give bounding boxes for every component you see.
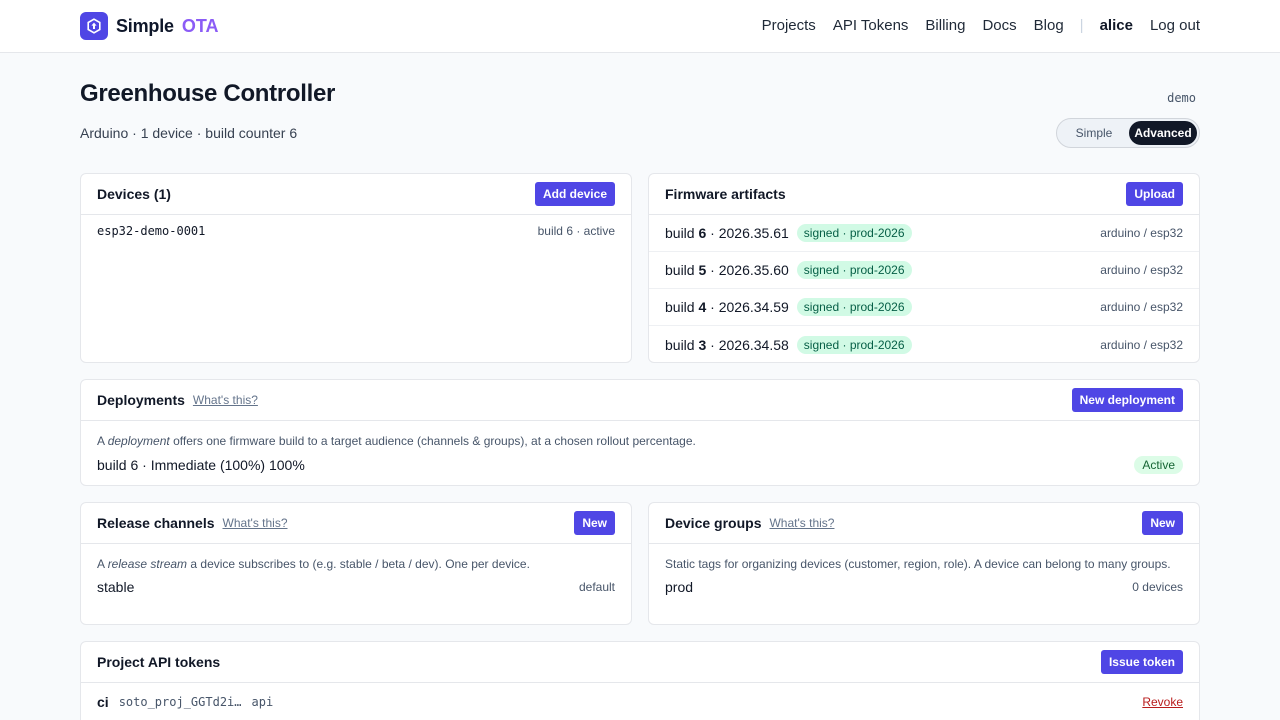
channel-row[interactable]: stable default (81, 574, 631, 600)
firmware-card: Firmware artifacts Upload build 6 · 2026… (648, 173, 1200, 363)
group-meta: 0 devices (1132, 580, 1183, 594)
firmware-title: Firmware artifacts (665, 186, 786, 202)
signed-badge: signed · prod-2026 (796, 261, 912, 279)
devices-card: Devices (1) Add device esp32-demo-0001 b… (80, 173, 632, 363)
issue-token-button[interactable]: Issue token (1100, 650, 1183, 674)
new-channel-button[interactable]: New (574, 511, 615, 535)
nav-separator: | (1079, 17, 1084, 34)
group-name: prod (665, 579, 694, 595)
deployments-card: Deployments What's this? New deployment … (80, 379, 1200, 486)
nav-blog[interactable]: Blog (1034, 17, 1064, 34)
deployments-help-link[interactable]: What's this? (193, 393, 258, 407)
release-channels-card: Release channels What's this? New A rele… (80, 502, 632, 625)
hexagon-arrow-icon (80, 12, 108, 40)
device-meta: build 6 · active (537, 224, 615, 238)
deployments-description: A deployment offers one firmware build t… (97, 434, 696, 448)
status-badge: Active (1134, 456, 1183, 474)
artifact-row[interactable]: build 5 · 2026.35.60 signed · prod-2026 … (649, 252, 1199, 289)
signed-badge: signed · prod-2026 (796, 335, 912, 354)
artifact-build-number: 4 (698, 299, 707, 315)
token-scope: api (251, 695, 274, 709)
new-deployment-button[interactable]: New deployment (1071, 388, 1183, 412)
main-nav: Projects API Tokens Billing Docs Blog | … (762, 17, 1200, 34)
new-group-button[interactable]: New (1142, 511, 1183, 535)
artifact-version: · 2026.34.58 (710, 336, 789, 353)
deployment-row[interactable]: build 6 · Immediate (100%) 100% Active (81, 451, 1199, 479)
artifact-prefix: build (665, 262, 695, 278)
groups-help-link[interactable]: What's this? (769, 516, 834, 530)
nav-logout[interactable]: Log out (1150, 17, 1200, 34)
channels-title: Release channels (97, 515, 215, 531)
revoke-button[interactable]: Revoke (1142, 695, 1183, 709)
artifact-row[interactable]: build 3 · 2026.34.58 signed · prod-2026 … (649, 326, 1199, 362)
mode-toggle: Simple Advanced (1056, 118, 1200, 148)
artifact-prefix: build (665, 299, 695, 315)
token-value: soto_proj_GGTd2i… (118, 695, 242, 709)
nav-api-tokens[interactable]: API Tokens (833, 17, 909, 34)
nav-billing[interactable]: Billing (925, 17, 965, 34)
artifact-row[interactable]: build 6 · 2026.35.61 signed · prod-2026 … (649, 215, 1199, 252)
brand-logo-link[interactable]: Simple OTA (80, 12, 219, 40)
signed-badge: signed · prod-2026 (796, 224, 912, 242)
artifact-prefix: build (665, 336, 695, 353)
artifact-target: arduino / esp32 (1100, 226, 1183, 240)
artifact-build-number: 6 (698, 225, 707, 241)
devices-title: Devices (1) (97, 186, 171, 202)
artifact-version: · 2026.34.59 (710, 299, 789, 315)
artifact-row[interactable]: build 4 · 2026.34.59 signed · prod-2026 … (649, 289, 1199, 326)
deployment-summary: build 6 · Immediate (100%) 100% (97, 457, 305, 473)
brand-name: Simple (116, 15, 174, 36)
nav-docs[interactable]: Docs (982, 17, 1016, 34)
tokens-title: Project API tokens (97, 654, 221, 670)
api-tokens-card: Project API tokens Issue token ci soto_p… (80, 641, 1200, 720)
groups-description: Static tags for organizing devices (cust… (665, 557, 1171, 571)
artifact-target: arduino / esp32 (1100, 337, 1183, 352)
top-bar: Simple OTA Projects API Tokens Billing D… (0, 0, 1280, 53)
channel-meta: default (578, 580, 615, 594)
nav-username: alice (1099, 17, 1133, 34)
artifact-target: arduino / esp32 (1100, 263, 1183, 277)
add-device-button[interactable]: Add device (534, 182, 615, 206)
groups-title: Device groups (665, 515, 762, 531)
artifact-build-number: 3 (698, 336, 707, 353)
group-row[interactable]: prod 0 devices (649, 574, 1199, 600)
artifact-version: · 2026.35.61 (710, 225, 789, 241)
mode-advanced-option[interactable]: Advanced (1129, 121, 1197, 145)
token-row: ci soto_proj_GGTd2i… api Revoke (81, 683, 1199, 720)
nav-projects[interactable]: Projects (762, 17, 816, 34)
brand-accent: OTA (181, 15, 219, 36)
channels-description: A release stream a device subscribes to … (97, 557, 530, 571)
project-subtitle: Arduino · 1 device · build counter 6 (80, 125, 298, 141)
device-groups-card: Device groups What's this? New Static ta… (648, 502, 1200, 625)
artifact-target: arduino / esp32 (1100, 300, 1183, 314)
artifact-version: · 2026.35.60 (710, 262, 789, 278)
device-id: esp32-demo-0001 (97, 224, 206, 238)
artifact-build-number: 5 (698, 262, 707, 278)
device-row[interactable]: esp32-demo-0001 build 6 · active (81, 215, 631, 247)
token-name: ci (97, 694, 109, 710)
channels-help-link[interactable]: What's this? (223, 516, 288, 530)
artifact-prefix: build (665, 225, 695, 241)
channel-name: stable (97, 579, 135, 595)
mode-simple-option[interactable]: Simple (1059, 121, 1129, 145)
deployments-title: Deployments (97, 392, 185, 408)
signed-badge: signed · prod-2026 (796, 298, 912, 316)
project-tag: demo (1167, 91, 1196, 105)
page-title: Greenhouse Controller (80, 80, 336, 107)
upload-button[interactable]: Upload (1126, 182, 1183, 206)
